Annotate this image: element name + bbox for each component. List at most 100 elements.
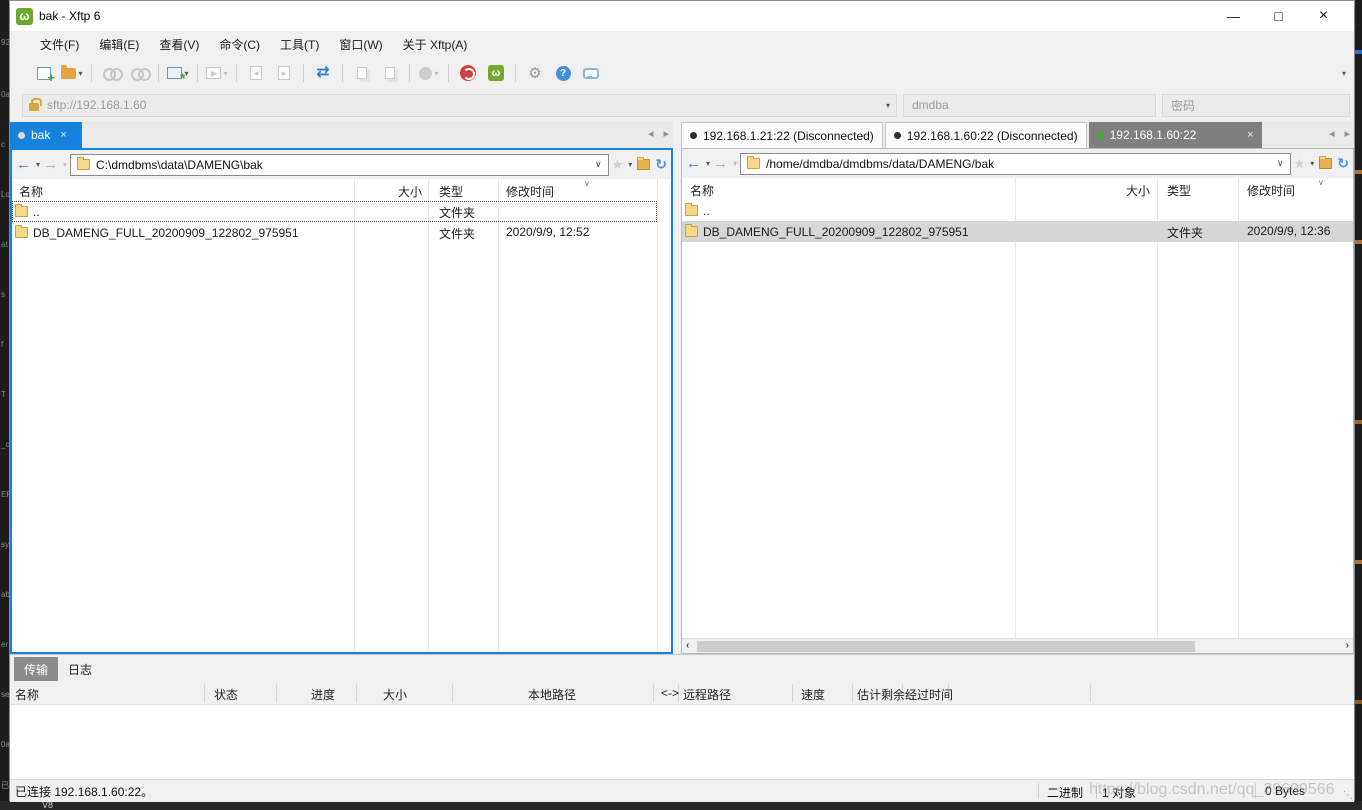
favorites-chevron[interactable] xyxy=(1310,159,1314,168)
tab-scroll-right-icon[interactable] xyxy=(663,127,669,140)
scroll-right-icon[interactable] xyxy=(1346,640,1349,651)
tab-transfer[interactable]: 传输 xyxy=(14,657,58,681)
tab-close-icon[interactable]: × xyxy=(60,129,66,141)
local-tab-bak[interactable]: bak × xyxy=(10,122,82,148)
tab-close-icon[interactable]: × xyxy=(1247,129,1253,141)
address-history-chevron[interactable] xyxy=(886,101,890,110)
tab-scroll-right-icon[interactable] xyxy=(1344,127,1350,140)
transfer-button[interactable] xyxy=(311,61,335,85)
column-header-type[interactable]: 类型 xyxy=(1167,182,1191,199)
tab-log[interactable]: 日志 xyxy=(58,657,102,681)
minimize-button[interactable] xyxy=(1211,1,1256,31)
column-divider[interactable] xyxy=(354,179,355,652)
column-divider[interactable] xyxy=(1157,178,1158,638)
forward-button xyxy=(272,61,296,85)
favorites-chevron[interactable] xyxy=(628,160,632,169)
column-header-name[interactable]: 名称 xyxy=(690,182,714,199)
column-header-local-path[interactable]: 本地路径 xyxy=(528,686,576,703)
password-input[interactable]: 密码 xyxy=(1162,94,1350,117)
xshell-button[interactable] xyxy=(456,61,480,85)
file-row[interactable]: DB_DAMENG_FULL_20200909_122802_975951 文件… xyxy=(12,222,671,243)
column-header-progress[interactable]: 进度 xyxy=(311,686,335,703)
transfer-mode[interactable]: 二进制 xyxy=(1047,784,1083,801)
horizontal-scrollbar[interactable] xyxy=(682,638,1353,653)
column-header-name[interactable]: 名称 xyxy=(19,183,43,200)
refresh-icon[interactable] xyxy=(1337,155,1349,172)
menu-command[interactable]: 命令(C) xyxy=(209,32,270,57)
file-modified: 2020/9/9, 12:36 xyxy=(1247,224,1330,238)
column-header-size[interactable]: 大小 xyxy=(1015,182,1150,199)
menu-file[interactable]: 文件(F) xyxy=(30,32,89,57)
close-button[interactable] xyxy=(1301,1,1346,31)
back-history-chevron[interactable] xyxy=(706,159,710,168)
column-header-size[interactable]: 大小 xyxy=(354,183,422,200)
file-modified: 2020/9/9, 12:52 xyxy=(506,225,589,239)
session-properties-button[interactable] xyxy=(166,61,190,85)
remote-tab-2[interactable]: 192.168.1.60:22 (Disconnected) xyxy=(885,122,1087,148)
column-header-direction[interactable]: <-> xyxy=(661,686,679,700)
xftp-button[interactable]: ω xyxy=(484,61,508,85)
object-count: 1 对象 xyxy=(1102,784,1136,801)
transfer-list-content[interactable] xyxy=(10,705,1354,779)
column-header-speed[interactable]: 速度 xyxy=(801,686,825,703)
open-folder-button[interactable] xyxy=(60,61,84,85)
remote-tab-3-active[interactable]: 192.168.1.60:22 × xyxy=(1089,122,1262,148)
column-divider[interactable] xyxy=(498,179,499,652)
remote-path-input[interactable]: /home/dmdba/dmdbms/data/DAMENG/bak xyxy=(740,153,1291,175)
maximize-button[interactable] xyxy=(1256,1,1301,31)
menu-about[interactable]: 关于 Xftp(A) xyxy=(393,32,478,57)
tab-scroll-left-icon[interactable] xyxy=(1329,127,1335,140)
column-header-type[interactable]: 类型 xyxy=(439,183,463,200)
toolbar-separator xyxy=(158,64,159,82)
scrollbar-thumb[interactable] xyxy=(697,641,1195,652)
home-folder-icon[interactable] xyxy=(637,159,650,170)
path-dropdown-chevron[interactable] xyxy=(595,159,602,170)
column-header-status[interactable]: 状态 xyxy=(214,686,238,703)
file-row-parent[interactable]: .. xyxy=(682,200,1353,221)
tab-label: 192.168.1.21:22 (Disconnected) xyxy=(703,129,874,143)
toolbar-overflow-chevron[interactable] xyxy=(1342,69,1346,78)
pane-splitter[interactable] xyxy=(673,121,681,654)
forward-arrow-icon[interactable] xyxy=(43,156,58,173)
back-history-chevron[interactable] xyxy=(36,160,40,169)
favorites-star-icon[interactable] xyxy=(612,157,624,173)
menu-view[interactable]: 查看(V) xyxy=(149,32,209,57)
column-divider[interactable] xyxy=(1015,178,1016,638)
forward-arrow-icon[interactable] xyxy=(713,155,728,172)
scroll-left-icon[interactable] xyxy=(686,640,689,651)
column-header-elapsed[interactable]: 经过时间 xyxy=(905,686,953,703)
path-dropdown-chevron[interactable] xyxy=(1277,158,1284,169)
column-divider[interactable] xyxy=(657,179,658,652)
column-header-modified[interactable]: 修改时间 xyxy=(506,183,554,200)
feedback-button[interactable] xyxy=(579,61,603,85)
column-header-size[interactable]: 大小 xyxy=(383,686,407,703)
column-header-name[interactable]: 名称 xyxy=(15,686,39,703)
column-header-remote-path[interactable]: 远程路径 xyxy=(683,686,731,703)
column-divider[interactable] xyxy=(428,179,429,652)
back-arrow-icon[interactable] xyxy=(16,156,31,173)
local-path-input[interactable]: C:\dmdbms\data\DAMENG\bak xyxy=(70,154,609,176)
menu-window[interactable]: 窗口(W) xyxy=(329,32,392,57)
resize-grip-icon[interactable] xyxy=(1343,790,1352,801)
tab-scroll-left-icon[interactable] xyxy=(648,127,654,140)
address-input[interactable]: sftp://192.168.1.60 xyxy=(22,94,897,117)
help-button[interactable]: ? xyxy=(551,61,575,85)
favorites-star-icon[interactable] xyxy=(1294,156,1306,172)
home-folder-icon[interactable] xyxy=(1319,158,1332,169)
folder-icon xyxy=(15,206,28,217)
menu-tools[interactable]: 工具(T) xyxy=(270,32,329,57)
new-session-button[interactable] xyxy=(32,61,56,85)
remote-tab-1[interactable]: 192.168.1.21:22 (Disconnected) xyxy=(681,122,883,148)
sort-indicator-icon xyxy=(584,179,590,188)
column-header-modified[interactable]: 修改时间 xyxy=(1247,182,1295,199)
background-bottom-edge: V8 xyxy=(0,801,1362,810)
username-input[interactable]: dmdba xyxy=(903,94,1156,117)
back-arrow-icon[interactable] xyxy=(686,155,701,172)
options-button[interactable] xyxy=(523,61,547,85)
file-row-parent[interactable]: .. 文件夹 xyxy=(12,201,657,222)
chevron-down-icon[interactable] xyxy=(78,69,82,78)
file-row-selected[interactable]: DB_DAMENG_FULL_20200909_122802_975951 文件… xyxy=(682,221,1353,242)
menu-edit[interactable]: 编辑(E) xyxy=(89,32,149,57)
refresh-icon[interactable] xyxy=(655,156,667,173)
column-divider[interactable] xyxy=(1238,178,1239,638)
